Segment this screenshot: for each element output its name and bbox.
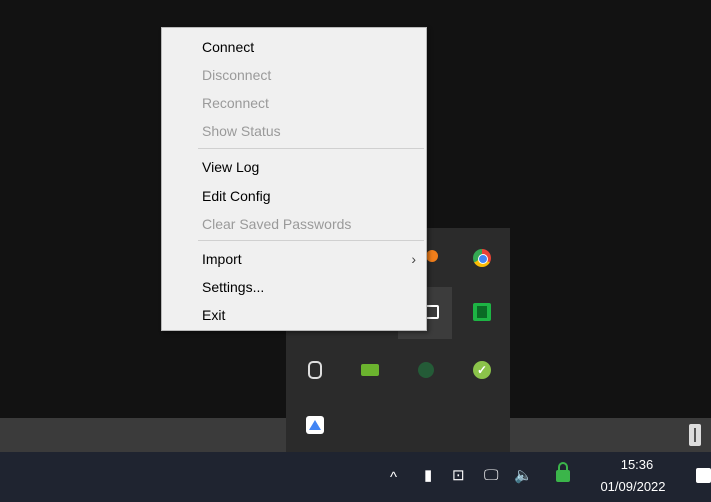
menu-item-exit[interactable]: Exit: [162, 302, 426, 328]
submenu-arrow-icon: ›: [411, 251, 416, 267]
notification-icon[interactable]: [696, 468, 711, 483]
menu-item-show-status[interactable]: Show Status: [162, 118, 426, 144]
network-icon[interactable]: 🖵: [484, 466, 498, 486]
menu-item-import[interactable]: Import ›: [162, 246, 426, 272]
google-drive-icon[interactable]: [303, 413, 327, 437]
taskbar: [0, 452, 711, 502]
vpn-lock-icon[interactable]: [556, 462, 570, 482]
clock-date[interactable]: 01/09/2022: [588, 479, 678, 494]
menu-separator: [198, 148, 424, 149]
volume-icon[interactable]: 🔈: [514, 466, 533, 486]
dark-green-icon[interactable]: [414, 358, 438, 382]
menu-item-settings[interactable]: Settings...: [162, 274, 426, 300]
teams-icon[interactable]: [303, 358, 327, 382]
show-desktop-marker[interactable]: [689, 424, 701, 446]
menu-item-reconnect[interactable]: Reconnect: [162, 90, 426, 116]
menu-item-view-log[interactable]: View Log: [162, 154, 426, 180]
nvidia-icon[interactable]: [358, 358, 382, 382]
green-check-icon[interactable]: ✓: [470, 358, 494, 382]
menu-item-connect[interactable]: Connect: [162, 34, 426, 60]
green-app-icon[interactable]: [470, 300, 494, 324]
menu-item-clear-saved-passwords[interactable]: Clear Saved Passwords: [162, 211, 426, 237]
chrome-icon[interactable]: [470, 246, 494, 270]
usb-icon[interactable]: ▮: [424, 466, 432, 486]
app-icon[interactable]: ⊡: [452, 466, 465, 486]
menu-item-import-label: Import: [202, 251, 242, 267]
chevron-up-icon[interactable]: ^: [390, 468, 397, 488]
clock-time[interactable]: 15:36: [612, 457, 662, 472]
context-menu: Connect Disconnect Reconnect Show Status…: [161, 27, 427, 331]
menu-separator: [198, 240, 424, 241]
menu-item-disconnect[interactable]: Disconnect: [162, 62, 426, 88]
menu-item-edit-config[interactable]: Edit Config: [162, 183, 426, 209]
